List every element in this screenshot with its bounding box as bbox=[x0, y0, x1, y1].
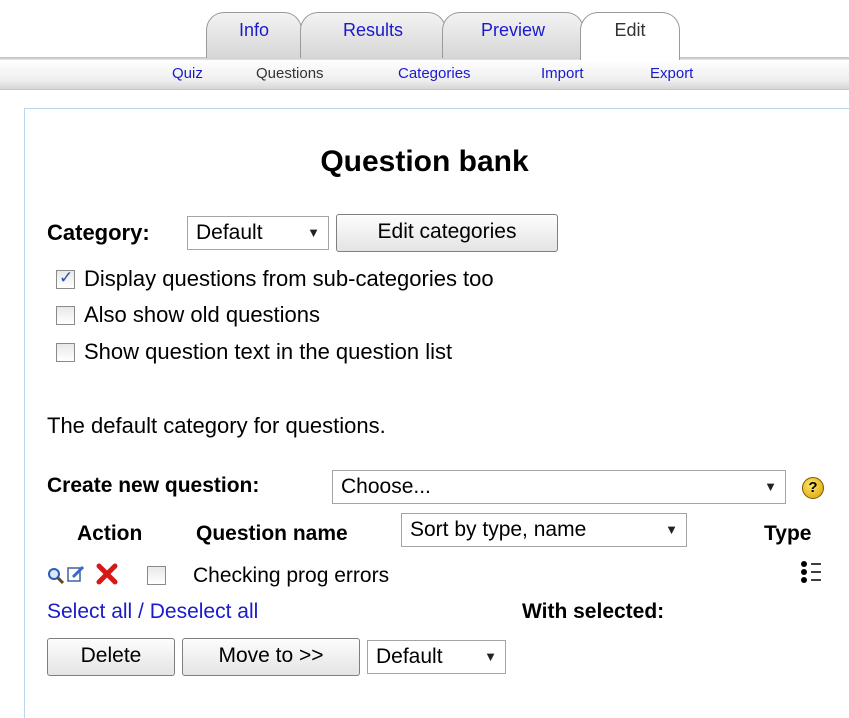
help-icon[interactable]: ? bbox=[802, 477, 824, 499]
question-select-checkbox[interactable] bbox=[147, 566, 166, 585]
chevron-down-icon: ▼ bbox=[484, 649, 497, 664]
tab-info-label[interactable]: Info bbox=[239, 13, 269, 47]
with-selected-label: With selected: bbox=[522, 600, 665, 623]
question-name: Checking prog errors bbox=[193, 564, 390, 587]
tab-edit-label[interactable]: Edit bbox=[614, 13, 645, 47]
chevron-down-icon: ▼ bbox=[764, 479, 777, 494]
header-question-name: Question name bbox=[196, 522, 348, 545]
subcategories-label: Display questions from sub-categories to… bbox=[84, 266, 494, 291]
subtab-quiz[interactable]: Quiz bbox=[172, 65, 203, 82]
old-questions-label: Also show old questions bbox=[84, 302, 321, 327]
move-to-button[interactable]: Move to >> bbox=[182, 638, 360, 676]
header-action: Action bbox=[77, 522, 143, 545]
tab-preview-label[interactable]: Preview bbox=[481, 13, 545, 47]
tab-info[interactable]: Info bbox=[206, 12, 302, 58]
sort-select[interactable]: Sort by type, name ▼ bbox=[401, 513, 687, 547]
selection-links: Select all / Deselect all bbox=[47, 600, 258, 624]
move-target-select[interactable]: Default ▼ bbox=[367, 640, 506, 674]
chevron-down-icon: ▼ bbox=[665, 522, 678, 537]
tab-bar: Info Results Preview Edit bbox=[0, 0, 849, 60]
chevron-down-icon: ▼ bbox=[307, 225, 320, 240]
delete-button[interactable]: Delete bbox=[47, 638, 175, 676]
header-type: Type bbox=[764, 522, 812, 545]
deselect-all-link[interactable]: Deselect all bbox=[150, 600, 259, 623]
create-question-label: Create new question: bbox=[47, 474, 260, 497]
category-description: The default category for questions. bbox=[47, 413, 386, 438]
page-title: Question bank bbox=[320, 145, 529, 178]
question-text-checkbox[interactable] bbox=[56, 343, 75, 362]
edit-icon[interactable] bbox=[66, 564, 86, 584]
move-target-select-value: Default bbox=[376, 645, 443, 668]
tab-edit[interactable]: Edit bbox=[580, 12, 680, 60]
preview-icon[interactable] bbox=[46, 566, 66, 586]
multichoice-icon bbox=[801, 561, 821, 583]
sort-select-value: Sort by type, name bbox=[410, 518, 587, 541]
edit-categories-button[interactable]: Edit categories bbox=[336, 214, 558, 252]
category-select-value: Default bbox=[196, 221, 263, 244]
tab-results-label[interactable]: Results bbox=[343, 13, 403, 47]
subtab-questions: Questions bbox=[256, 65, 324, 82]
subtab-categories[interactable]: Categories bbox=[398, 65, 471, 82]
old-questions-checkbox[interactable] bbox=[56, 306, 75, 325]
tab-preview[interactable]: Preview bbox=[442, 12, 584, 58]
create-question-select[interactable]: Choose... ▼ bbox=[332, 470, 786, 504]
subtab-export[interactable]: Export bbox=[650, 65, 693, 82]
tab-results[interactable]: Results bbox=[300, 12, 446, 58]
category-label: Category: bbox=[47, 220, 150, 245]
select-all-link[interactable]: Select all bbox=[47, 600, 132, 623]
question-text-label: Show question text in the question list bbox=[84, 339, 453, 364]
link-separator: / bbox=[132, 600, 150, 623]
subtab-bar: Quiz Questions Categories Import Export bbox=[0, 60, 849, 90]
subcategories-checkbox[interactable] bbox=[56, 268, 75, 289]
category-select[interactable]: Default ▼ bbox=[187, 216, 329, 250]
subtab-import[interactable]: Import bbox=[541, 65, 584, 82]
delete-icon[interactable] bbox=[96, 563, 118, 585]
create-question-select-value: Choose... bbox=[341, 475, 431, 498]
